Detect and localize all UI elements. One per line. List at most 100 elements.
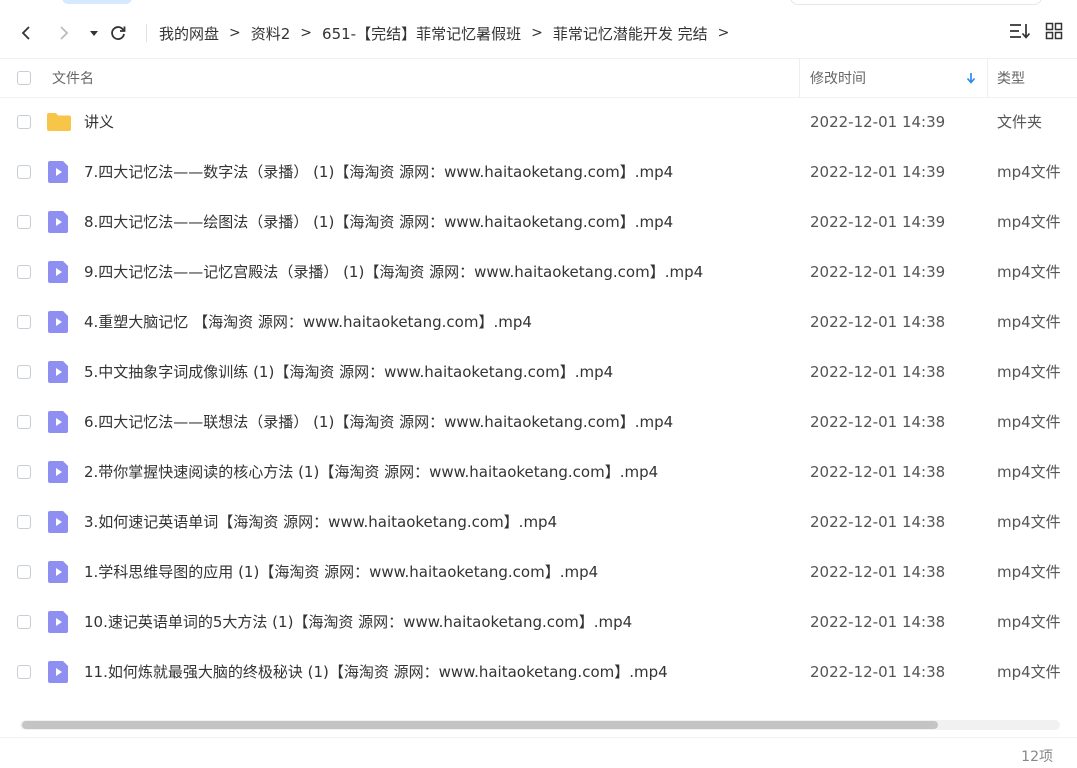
file-row[interactable]: 6.四大记忆法——联想法（录播） (1)【海淘资 源网：www.haitaoke… [0,397,1077,447]
sort-button[interactable] [1009,22,1031,44]
grid-view-button[interactable] [1045,22,1063,44]
file-row[interactable]: 10.速记英语单词的5大方法 (1)【海淘资 源网：www.haitaoketa… [0,597,1077,647]
video-file-icon [46,261,72,283]
select-all-checkbox-cell[interactable] [17,59,31,97]
history-dropdown-button[interactable] [82,20,106,46]
row-checkbox[interactable] [17,265,31,279]
breadcrumb: 我的网盘 > 资料2 > 651-【完结】菲常记忆暑假班 > 菲常记忆潜能开发 … [146,8,739,58]
file-name[interactable]: 11.如何炼就最强大脑的终极秘诀 (1)【海淘资 源网：www.haitaoke… [84,647,668,697]
folder-icon [46,111,72,133]
row-checkbox[interactable] [17,615,31,629]
column-header-name[interactable]: 文件名 [52,59,94,97]
file-row[interactable]: 8.四大记忆法——绘图法（录播） (1)【海淘资 源网：www.haitaoke… [0,197,1077,247]
item-count: 12项 [1021,749,1053,765]
search-bar-edge[interactable] [790,0,1042,5]
file-modified-time: 2022-12-01 14:39 [810,213,946,231]
file-type: mp4文件 [997,363,1061,381]
file-list: 讲义 2022-12-01 14:39 文件夹 7.四大记忆法——数字法（录播） (1… [0,97,1077,697]
file-row[interactable]: 2.带你掌握快速阅读的核心方法 (1)【海淘资 源网：www.haitaoket… [0,447,1077,497]
file-type: mp4文件 [997,313,1061,331]
video-file-icon [46,161,72,183]
breadcrumb-item-folder[interactable]: 651-【完结】菲常记忆暑假班 [322,23,521,44]
row-checkbox[interactable] [17,365,31,379]
file-type: mp4文件 [997,613,1061,631]
row-checkbox[interactable] [17,665,31,679]
breadcrumb-item-root[interactable]: 我的网盘 [159,23,219,44]
file-row[interactable]: 4.重塑大脑记忆 【海淘资 源网：www.haitaoketang.com】.m… [0,297,1077,347]
arrow-down-icon [966,73,976,84]
breadcrumb-separator: > [229,25,241,41]
row-checkbox[interactable] [17,315,31,329]
video-file-icon [46,561,72,583]
file-name[interactable]: 8.四大记忆法——绘图法（录播） (1)【海淘资 源网：www.haitaoke… [84,197,673,247]
file-type: mp4文件 [997,513,1061,531]
row-checkbox[interactable] [17,415,31,429]
grid-view-icon [1045,22,1063,40]
file-name[interactable]: 6.四大记忆法——联想法（录播） (1)【海淘资 源网：www.haitaoke… [84,397,673,447]
video-file-icon [46,361,72,383]
horizontal-scrollbar[interactable] [0,716,1077,734]
file-name[interactable]: 讲义 [84,97,114,147]
top-button-edge[interactable] [62,0,132,4]
row-checkbox[interactable] [17,165,31,179]
file-modified-time: 2022-12-01 14:38 [810,513,946,531]
file-name[interactable]: 9.四大记忆法——记忆宫殿法（录播） (1)【海淘资 源网：www.haitao… [84,247,703,297]
file-type: mp4文件 [997,563,1061,581]
file-name[interactable]: 4.重塑大脑记忆 【海淘资 源网：www.haitaoketang.com】.m… [84,297,532,347]
file-row[interactable]: 3.如何速记英语单词【海淘资 源网：www.haitaoketang.com】.… [0,497,1077,547]
file-row[interactable]: 1.学科思维导图的应用 (1)【海淘资 源网：www.haitaoketang.… [0,547,1077,597]
file-row[interactable]: 11.如何炼就最强大脑的终极秘诀 (1)【海淘资 源网：www.haitaoke… [0,647,1077,697]
breadcrumb-item-folder[interactable]: 资料2 [251,23,291,44]
video-file-icon [46,461,72,483]
row-checkbox[interactable] [17,565,31,579]
status-bar: 12项 [0,737,1077,768]
file-row[interactable]: 7.四大记忆法——数字法（录播） (1)【海淘资 源网：www.haitaoke… [0,147,1077,197]
file-name[interactable]: 3.如何速记英语单词【海淘资 源网：www.haitaoketang.com】.… [84,497,557,547]
file-row[interactable]: 9.四大记忆法——记忆宫殿法（录播） (1)【海淘资 源网：www.haitao… [0,247,1077,297]
sort-desc-indicator[interactable] [966,59,976,97]
refresh-button[interactable] [106,20,130,46]
video-file-icon [46,661,72,683]
file-type: mp4文件 [997,263,1061,281]
file-name[interactable]: 1.学科思维导图的应用 (1)【海淘资 源网：www.haitaoketang.… [84,547,598,597]
file-modified-time: 2022-12-01 14:39 [810,163,946,181]
file-modified-time: 2022-12-01 14:38 [810,363,946,381]
file-list-header: 文件名 修改时间 类型 [0,58,1077,98]
column-header-modified-time[interactable]: 修改时间 [810,59,866,97]
breadcrumb-item-current[interactable]: 菲常记忆潜能开发 完结 [553,23,708,44]
file-type: mp4文件 [997,413,1061,431]
sort-list-icon [1010,24,1031,39]
file-modified-time: 2022-12-01 14:39 [810,113,946,131]
file-type: mp4文件 [997,663,1061,681]
file-name[interactable]: 7.四大记忆法——数字法（录播） (1)【海淘资 源网：www.haitaoke… [84,147,673,197]
chevron-left-icon [21,26,30,40]
chevron-right-icon [60,26,69,40]
row-checkbox[interactable] [17,515,31,529]
file-name[interactable]: 2.带你掌握快速阅读的核心方法 (1)【海淘资 源网：www.haitaoket… [84,447,658,497]
video-file-icon [46,311,72,333]
video-file-icon [46,511,72,533]
file-row[interactable]: 5.中文抽象字词成像训练 (1)【海淘资 源网：www.haitaoketang… [0,347,1077,397]
scrollbar-thumb[interactable] [22,721,938,729]
file-type: mp4文件 [997,463,1061,481]
row-checkbox[interactable] [17,215,31,229]
column-divider[interactable] [799,59,800,97]
row-checkbox[interactable] [17,465,31,479]
file-name[interactable]: 10.速记英语单词的5大方法 (1)【海淘资 源网：www.haitaoketa… [84,597,632,647]
breadcrumb-separator: > [531,25,543,41]
file-modified-time: 2022-12-01 14:38 [810,563,946,581]
breadcrumb-separator: > [717,25,730,41]
file-row[interactable]: 讲义 2022-12-01 14:39 文件夹 [0,97,1077,147]
back-button[interactable] [14,20,38,46]
row-checkbox[interactable] [17,115,31,129]
forward-button[interactable] [52,20,76,46]
view-controls [1009,8,1063,58]
file-name[interactable]: 5.中文抽象字词成像训练 (1)【海淘资 源网：www.haitaoketang… [84,347,613,397]
file-modified-time: 2022-12-01 14:38 [810,413,946,431]
video-file-icon [46,411,72,433]
file-modified-time: 2022-12-01 14:38 [810,613,946,631]
column-header-type[interactable]: 类型 [997,59,1025,97]
select-all-checkbox[interactable] [17,71,31,85]
column-divider[interactable] [987,59,988,97]
top-strip [0,0,1077,8]
